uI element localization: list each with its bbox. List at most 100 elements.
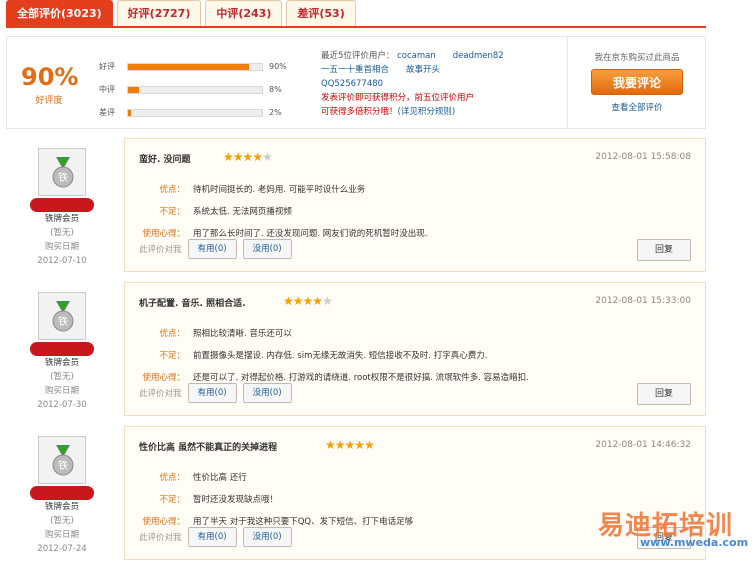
review-date: 2012-08-01 15:33:00: [595, 296, 691, 306]
recent-users-link[interactable]: cocaman deadmen82: [397, 51, 504, 61]
reply-button[interactable]: 回复: [637, 239, 691, 261]
avatar[interactable]: 铁: [38, 436, 86, 484]
useful-button[interactable]: 有用(0): [187, 239, 237, 259]
cons-text: 前置摄像头是摆设. 内存低. sim无缘无故消失. 短信接收不及时. 打字真心费…: [193, 351, 488, 361]
bar-negative: 差评 2%: [99, 101, 299, 124]
experience-label: 使用心得：: [142, 229, 185, 239]
avatar[interactable]: 铁: [38, 148, 86, 196]
star-icon: ★: [312, 294, 323, 308]
review-experience: 使用心得： 用了那么长时间了. 还没发现问题. 网友们说的死机暂时没出现.: [125, 227, 625, 239]
useless-button[interactable]: 没用(0): [242, 239, 292, 259]
all-reviews-link[interactable]: 查看全部评价: [568, 101, 706, 113]
reviewer-info: 铁铁牌会员 (暂无) 购买日期 2012-07-30: [22, 292, 102, 412]
feedback-question: 此评价对我: [139, 533, 182, 543]
buy-date: 2012-07-24: [37, 544, 87, 554]
cons-label: 不足：: [159, 351, 185, 361]
recent-reviewers: 最近5位评价用户： cocaman deadmen82 一五一十重首相合 故事开…: [321, 49, 551, 119]
tab-all[interactable]: 全部评价(3023): [6, 0, 113, 26]
review-experience: 使用心得： 用了半天 对于我这种只要下QQ、发下短信、打下电话足够: [125, 515, 625, 527]
experience-label: 使用心得：: [142, 373, 185, 383]
experience-text: 还是可以了. 对得起价格. 打游戏的请绕道. root权限不是很好搞. 流氓软件…: [193, 373, 529, 383]
buy-date-label: 购买日期: [44, 242, 79, 252]
star-icon: ★: [283, 294, 294, 308]
pros-text: 照相比较清晰. 音乐还可以: [193, 329, 292, 339]
pros-label: 优点：: [159, 329, 185, 339]
bar-label: 差评: [99, 108, 115, 117]
points-notice: 发表评价即可获得积分，前五位评价用户: [321, 93, 475, 103]
tab-negative[interactable]: 差评(53): [286, 0, 356, 26]
experience-text: 用了半天 对于我这种只要下QQ、发下短信、打下电话足够: [193, 517, 414, 527]
useless-button[interactable]: 没用(0): [242, 527, 292, 547]
reviewer-name-redacted: [30, 342, 94, 356]
reviewer-name-redacted: [30, 198, 94, 212]
buy-date-label: 购买日期: [44, 386, 79, 396]
useful-button[interactable]: 有用(0): [187, 527, 237, 547]
star-icon: ★: [232, 150, 244, 164]
cta-question: 我在京东购买过此商品: [594, 53, 680, 63]
buy-date: 2012-07-30: [37, 400, 87, 410]
star-icon: ★: [334, 438, 346, 452]
cons-label: 不足：: [159, 495, 185, 505]
member-level: 铁牌会员: [44, 502, 79, 512]
review-pros: 优点： 照相比较清晰. 音乐还可以: [125, 327, 625, 339]
star-icon: ★: [223, 150, 234, 164]
recent-users-link[interactable]: QQ525677480: [321, 77, 551, 91]
cons-text: 暂时还没发现缺点哦！: [193, 495, 279, 505]
reviewer-info: 铁铁牌会员 (暂无) 购买日期 2012-07-10: [22, 148, 102, 268]
recent-head: 最近5位评价用户：: [321, 51, 395, 61]
review-feedback: 此评价对我 有用(0) 没用(0): [139, 527, 292, 547]
reply-button[interactable]: 回复: [637, 383, 691, 405]
pros-label: 优点：: [159, 185, 185, 195]
write-review-button[interactable]: 我要评论: [591, 69, 683, 95]
review-title: 机子配置. 音乐. 照相合适.: [139, 299, 246, 309]
star-icon: ★: [242, 150, 254, 164]
rating-score: 90% 好评度: [21, 63, 78, 106]
tab-neutral[interactable]: 中评(243): [205, 0, 283, 26]
bar-track: [127, 85, 263, 94]
buy-date: 2012-07-10: [37, 256, 87, 266]
recent-users-link[interactable]: 一五一十重首相合 故事开头: [321, 63, 551, 77]
useless-button[interactable]: 没用(0): [242, 383, 292, 403]
star-empty-icon: ★: [322, 294, 333, 308]
cons-text: 系统太低. 无法网页播视频: [193, 207, 292, 217]
review-pros: 优点： 性价比高 还行: [125, 471, 625, 483]
bar-percent: 8%: [269, 85, 282, 94]
bar-track: [127, 62, 263, 71]
pros-label: 优点：: [159, 473, 185, 483]
review-cons: 不足： 系统太低. 无法网页播视频: [125, 205, 625, 217]
feedback-question: 此评价对我: [139, 389, 182, 399]
bar-track: [127, 108, 263, 117]
review-pros: 优点： 待机时间挺长的. 老妈用. 可能平时设什么业务: [125, 183, 625, 195]
review-feedback: 此评价对我 有用(0) 没用(0): [139, 383, 292, 403]
review-date: 2012-08-01 15:58:08: [595, 152, 691, 162]
svg-text:铁: 铁: [58, 315, 68, 328]
bar-fill: [128, 86, 139, 93]
avatar[interactable]: 铁: [38, 292, 86, 340]
iron-medal-icon: 铁: [52, 157, 74, 188]
review-cta: 我在京东购买过此商品 我要评论 查看全部评价: [567, 37, 706, 128]
review-item: 铁铁牌会员 (暂无) 购买日期 2012-07-10 蛮好. 没问题 ★★★★★ 2012-…: [6, 138, 706, 276]
review-item: 铁铁牌会员 (暂无) 购买日期 2012-07-24 性价比高 虽然不能真正的关掉进程 ★…: [6, 426, 706, 564]
tab-positive[interactable]: 好评(2727): [116, 0, 202, 26]
star-icon: ★: [325, 438, 336, 452]
star-icon: ★: [302, 294, 314, 308]
bar-label: 中评: [99, 85, 115, 94]
star-icon: ★: [354, 438, 365, 452]
star-icon: ★: [252, 150, 263, 164]
review-date: 2012-08-01 14:46:32: [595, 440, 691, 450]
buy-date-label: 购买日期: [44, 530, 79, 540]
bar-label: 好评: [99, 62, 115, 71]
review-tabs: 全部评价(3023) 好评(2727) 中评(243) 差评(53): [6, 0, 356, 26]
review-card: 机子配置. 音乐. 照相合适. ★★★★★ 2012-08-01 15:33:00 优…: [124, 282, 706, 416]
pros-text: 性价比高 还行: [193, 473, 247, 483]
star-icon: ★: [292, 294, 304, 308]
bar-neutral: 中评 8%: [99, 78, 299, 101]
points-rule-link[interactable]: (详见积分规则): [398, 107, 456, 117]
useful-button[interactable]: 有用(0): [187, 383, 237, 403]
reviewer-info: 铁铁牌会员 (暂无) 购买日期 2012-07-24: [22, 436, 102, 556]
star-icon: ★: [364, 438, 375, 452]
rating-label: 好评度: [35, 96, 63, 106]
member-level: 铁牌会员: [44, 358, 79, 368]
svg-text:铁: 铁: [58, 171, 68, 184]
rating-bars: 好评 90% 中评 8% 差评 2%: [99, 55, 299, 124]
